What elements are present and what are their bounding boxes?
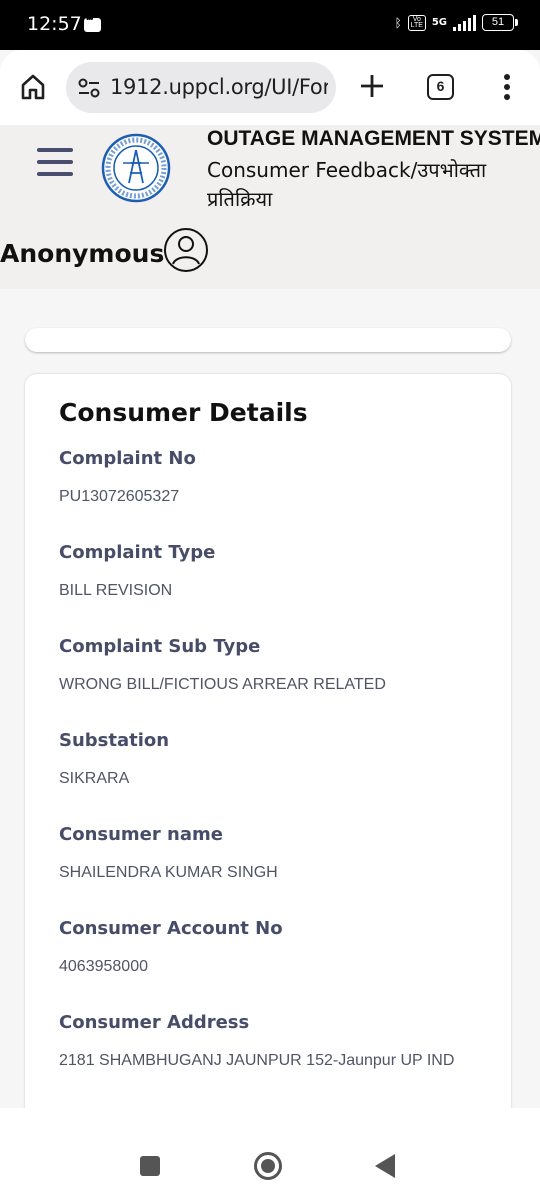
signal-icon [453,14,476,31]
more-vert-icon[interactable] [500,72,514,102]
network-type: 5G [431,17,447,28]
url-text[interactable]: 1912.uppcl.org/UI/Forr [110,75,328,99]
field-complaint-no: Complaint No PU13072605327 [59,448,479,511]
field-label: Consumer Address [59,1012,250,1033]
site-header: OUTAGE MANAGEMENT SYSTEM Consumer Feedba… [0,125,540,289]
volte-icon: Vo LTE [407,14,426,31]
field-value: SIKRARA [59,770,130,787]
address-bar[interactable]: 1912.uppcl.org/UI/Forr [66,62,336,113]
back-button[interactable] [375,1154,395,1178]
field-consumer-name: Consumer name SHAILENDRA KUMAR SINGH [59,824,479,887]
tab-switcher-button[interactable]: 6 [427,74,454,100]
field-value: SHAILENDRA KUMAR SINGH [59,864,278,881]
field-label: Complaint No [59,448,196,469]
plus-icon[interactable] [358,72,386,100]
consumer-details-card: Consumer Details Complaint No PU13072605… [25,374,511,1134]
field-consumer-address: Consumer Address 2181 SHAMBHUGANJ JAUNPU… [59,1012,459,1075]
field-label: Complaint Type [59,542,216,563]
field-label: Consumer name [59,824,223,845]
field-value: BILL REVISION [59,582,173,599]
system-title: OUTAGE MANAGEMENT SYSTEM [207,127,540,150]
bluetooth-icon: ᛒ [394,15,402,30]
battery-level: 51 [491,16,505,28]
status-time: 12:57 [27,13,82,35]
field-label: Substation [59,730,170,751]
field-substation: Substation SIKRARA [59,730,479,793]
system-nav-bar [0,1108,540,1200]
recents-button[interactable] [140,1156,160,1176]
home-icon[interactable] [19,73,47,101]
field-value: 4063958000 [59,958,148,975]
user-circle-icon[interactable] [163,227,209,273]
collapsed-card [25,328,511,352]
volte-label: Vo LTE [410,15,423,29]
field-value: PU13072605327 [59,488,180,505]
field-label: Complaint Sub Type [59,636,261,657]
field-consumer-account-no: Consumer Account No 4063958000 [59,918,479,981]
user-name: Anonymous [0,239,165,268]
field-value: 2181 SHAMBHUGANJ JAUNPUR 152-Jaunpur UP … [59,1052,455,1069]
home-button[interactable] [254,1152,282,1180]
battery-icon: 51 [482,14,518,31]
field-complaint-sub-type: Complaint Sub Type WRONG BILL/FICTIOUS A… [59,636,479,699]
tune-icon[interactable] [78,78,100,98]
page-subtitle: Consumer Feedback/उपभोक्ता प्रतिक्रिया [207,158,487,211]
hamburger-icon[interactable] [37,148,73,176]
tab-count-label: 6 [436,78,445,94]
browser-toolbar: 1912.uppcl.org/UI/Forr 6 [0,50,540,125]
field-complaint-type: Complaint Type BILL REVISION [59,542,479,605]
field-label: Consumer Account No [59,918,283,939]
field-value: WRONG BILL/FICTIOUS ARREAR RELATED [59,676,386,693]
status-bar: 12:57 ᛒ Vo LTE 5G 51 [0,0,540,50]
card-title: Consumer Details [59,398,308,427]
status-indicators: ᛒ Vo LTE 5G 51 [394,14,518,31]
uppcl-logo [101,133,171,203]
message-notification-icon [84,14,101,32]
